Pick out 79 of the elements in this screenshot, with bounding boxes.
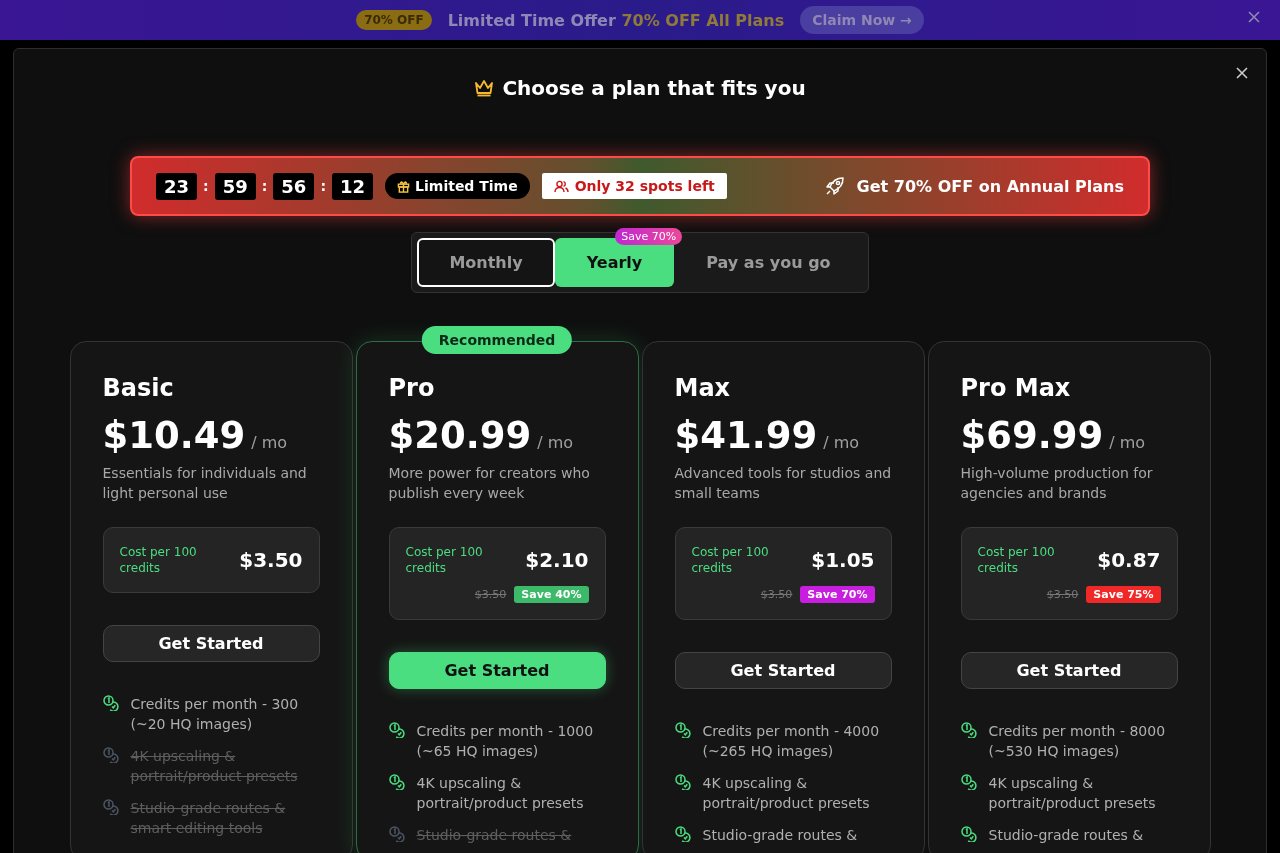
original-cost: $3.50 xyxy=(760,588,793,601)
plan-description: High-volume production for agencies and brands xyxy=(960,464,1154,503)
feature-text: 4K upscaling & portrait/product presets xyxy=(130,747,299,786)
coins-icon xyxy=(674,722,691,738)
coins-icon xyxy=(102,799,119,815)
price-period: / mo xyxy=(537,433,574,452)
recommended-badge: Recommended xyxy=(421,326,573,354)
plan-name: Max xyxy=(674,374,732,402)
feature-text: Credits per month - 8000 (~530 HQ images) xyxy=(988,722,1167,761)
timer-digits: 23 xyxy=(156,172,198,200)
plan-price: $10.49 xyxy=(102,414,246,457)
coins-icon xyxy=(388,826,405,842)
spots-left-badge: Only 32 spots left xyxy=(541,173,727,199)
timer-digits: 59 xyxy=(214,172,256,200)
feature-text: 4K upscaling & portrait/product presets xyxy=(988,774,1157,813)
coins-icon xyxy=(960,774,977,790)
save-badge: Save 70% xyxy=(615,228,683,245)
cost-value: $2.10 xyxy=(525,548,589,572)
plan-description: Essentials for individuals and light personal use xyxy=(102,464,308,503)
plan-price: $41.99 xyxy=(674,414,818,457)
price-period: / mo xyxy=(823,433,860,452)
plan-price: $69.99 xyxy=(960,414,1104,457)
cost-label: Cost per 100 credits xyxy=(119,544,198,576)
coins-icon xyxy=(102,747,119,763)
offer-text: Get 70% OFF on Annual Plans xyxy=(856,176,1124,196)
price-period: / mo xyxy=(251,433,288,452)
modal-title: Choose a plan that fits you xyxy=(502,76,806,100)
cost-label: Cost per 100 credits xyxy=(691,544,770,576)
save-badge: Save 75% xyxy=(1086,586,1161,603)
plan-name: Pro xyxy=(388,374,436,402)
get-started-button[interactable]: Get Started xyxy=(388,652,606,689)
cost-value: $1.05 xyxy=(811,548,875,572)
feature-text: Studio-grade routes & smart editing tools xyxy=(130,799,287,838)
close-button[interactable] xyxy=(1236,67,1248,79)
feature-text: 4K upscaling & portrait/product presets xyxy=(416,774,585,813)
feature-text: Credits per month - 300 (~20 HQ images) xyxy=(130,695,300,734)
cost-value: $3.50 xyxy=(239,548,303,572)
price-period: / mo xyxy=(1109,433,1146,452)
save-badge: Save 70% xyxy=(800,586,875,603)
coins-icon xyxy=(388,774,405,790)
timer-separator: : xyxy=(203,178,209,194)
timer-digits: 12 xyxy=(332,172,374,200)
plan-description: Advanced tools for studios and small teams xyxy=(674,464,892,503)
billing-tab[interactable]: Monthly xyxy=(417,238,555,287)
timer-separator: : xyxy=(261,178,268,194)
cost-value: $0.87 xyxy=(1097,548,1161,572)
feature-text: Studio-grade routes & xyxy=(416,826,572,845)
gift-icon xyxy=(397,179,411,193)
crown-icon xyxy=(474,79,495,97)
original-cost: $3.50 xyxy=(474,588,507,601)
get-started-button[interactable]: Get Started xyxy=(674,652,892,689)
plan-price: $20.99 xyxy=(388,414,532,457)
coins-icon xyxy=(674,774,691,790)
save-badge: Save 40% xyxy=(514,586,589,603)
feature-text: Studio-grade routes & xyxy=(988,826,1144,845)
promo-text: Limited Time Offer 70% OFF All Plans xyxy=(447,10,785,30)
coins-icon xyxy=(674,826,691,842)
feature-text: Credits per month - 1000 (~65 HQ images) xyxy=(416,722,595,761)
discount-badge: 70% OFF xyxy=(356,10,432,30)
get-started-button[interactable]: Get Started xyxy=(960,652,1178,689)
plan-name: Basic xyxy=(102,374,175,402)
plan-description: More power for creators who publish every week xyxy=(388,464,591,503)
cost-label: Cost per 100 credits xyxy=(977,544,1056,576)
timer-digits: 56 xyxy=(273,172,315,200)
users-icon xyxy=(553,179,569,193)
get-started-button[interactable]: Get Started xyxy=(102,625,320,662)
coins-icon xyxy=(388,722,405,738)
feature-text: Studio-grade routes & xyxy=(702,826,858,845)
coins-icon xyxy=(102,695,119,711)
plan-name: Pro Max xyxy=(960,374,1072,402)
coins-icon xyxy=(960,826,977,842)
cost-label: Cost per 100 credits xyxy=(405,544,484,576)
timer-separator: : xyxy=(320,178,326,194)
feature-text: 4K upscaling & portrait/product presets xyxy=(702,774,871,813)
feature-text: Credits per month - 4000 (~265 HQ images) xyxy=(702,722,881,761)
limited-time-badge: Limited Time xyxy=(385,173,530,199)
rocket-icon xyxy=(824,176,845,196)
original-cost: $3.50 xyxy=(1046,588,1079,601)
coins-icon xyxy=(960,722,977,738)
